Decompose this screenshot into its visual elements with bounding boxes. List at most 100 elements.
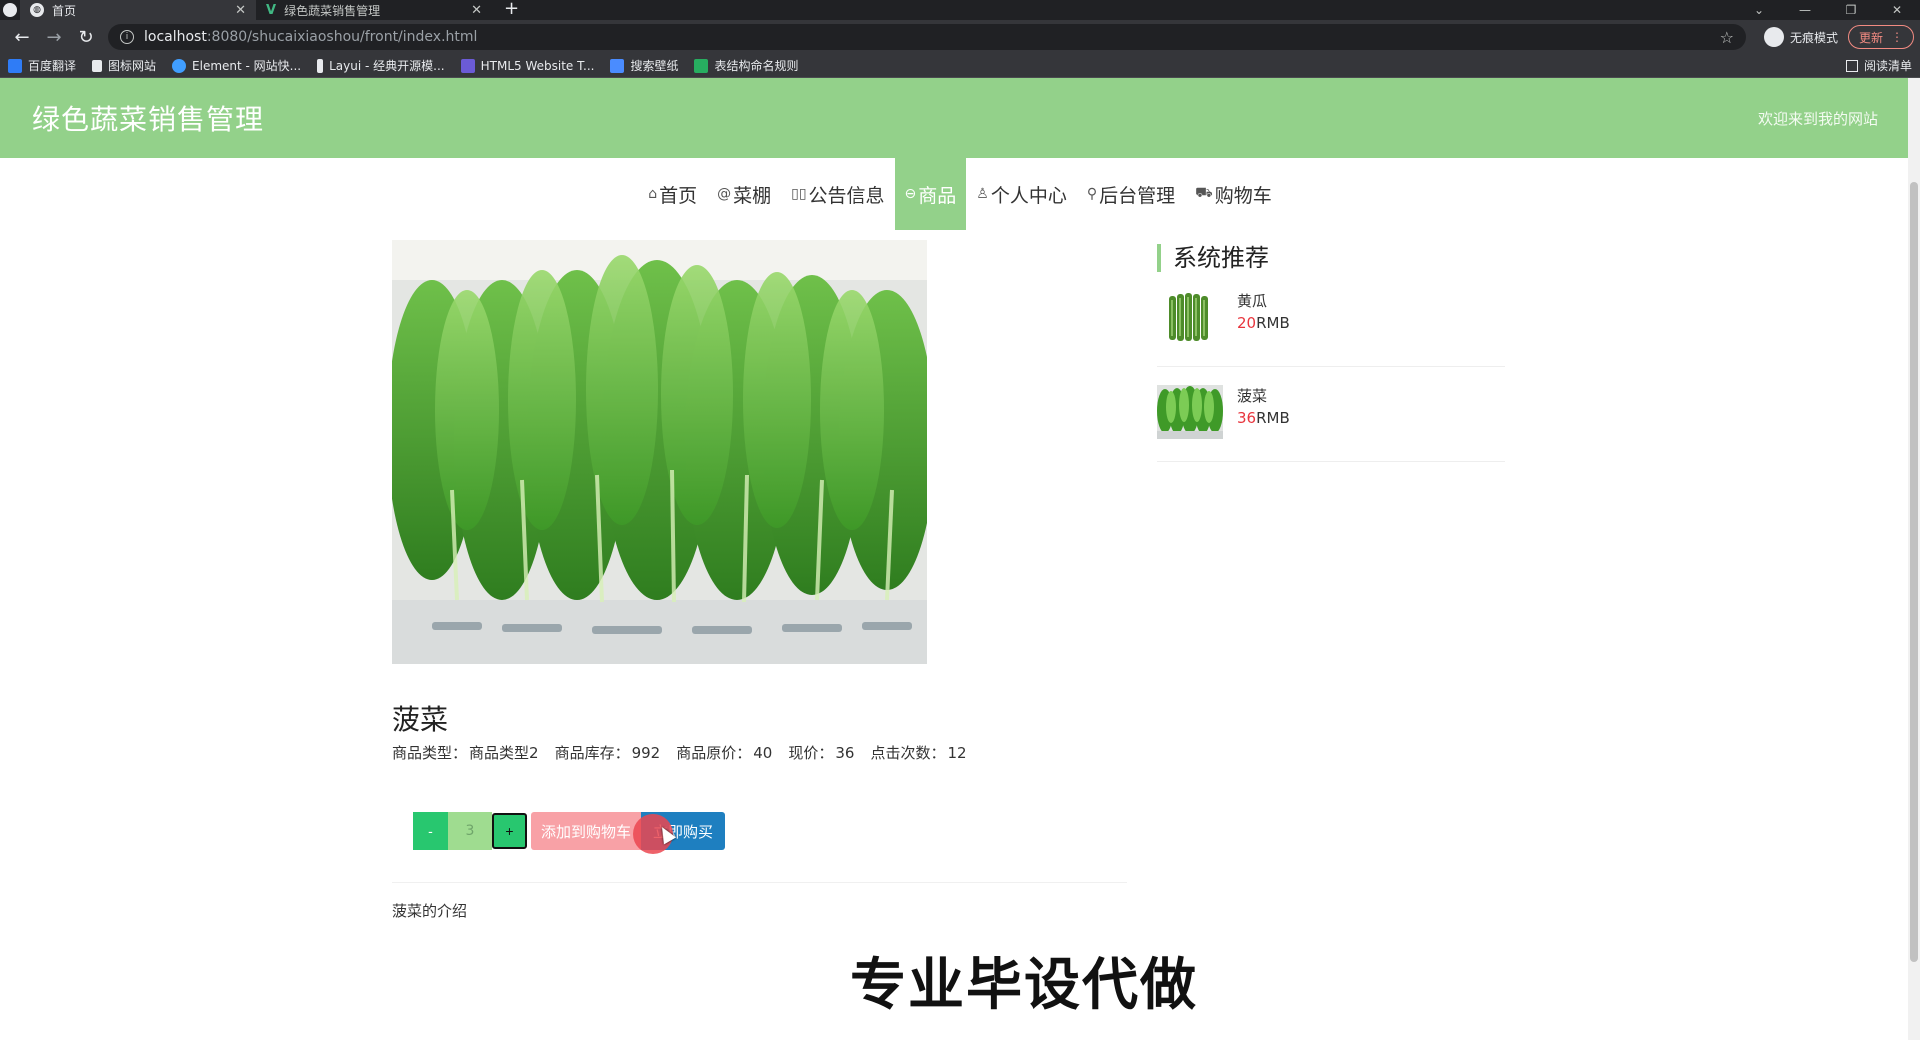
cucumber-image: [1157, 290, 1223, 344]
element-icon: [172, 58, 187, 73]
tab-admin[interactable]: V 绿色蔬菜销售管理 ✕: [256, 0, 492, 20]
product-detail: 菠菜 商品类型： 商品类型2 商品库存： 992 商品原价： 40 现价： 36 点击次…: [0, 230, 1920, 1040]
window-controls: ⌄ — ❐ ✕: [1736, 0, 1920, 20]
recommend-item[interactable]: 黄瓜 20RMB: [1157, 272, 1505, 367]
reading-list-icon: [1845, 59, 1858, 72]
incognito-icon: [1763, 27, 1784, 47]
tab-title: 绿色蔬菜销售管理: [284, 3, 381, 18]
translate-icon: [8, 58, 22, 73]
watermark-text: 专业毕设代做: [849, 952, 1198, 1019]
recommend-thumbnail: [1157, 385, 1223, 439]
recommend-thumbnail: [1157, 290, 1223, 344]
add-to-cart-button[interactable]: 添加到购物车: [531, 812, 642, 850]
update-button[interactable]: 更新 ⋮: [1847, 25, 1914, 49]
goods-icon: ⊖: [904, 186, 917, 202]
recommend-item[interactable]: 菠菜 36RMB: [1157, 367, 1505, 462]
meta-type: 商品类型： 商品类型2: [392, 744, 539, 762]
url-host: localhost: [144, 29, 207, 45]
purchase-controls: - 3 + 添加到购物车 立即购买: [413, 812, 726, 850]
address-bar: ← → ↻ i localhost:8080/shucaixiaoshou/fr…: [0, 20, 1920, 54]
back-icon[interactable]: ←: [6, 27, 38, 48]
incognito-label: 无痕模式: [1789, 30, 1838, 45]
kebab-menu-icon: ⋮: [1891, 30, 1903, 44]
bookmark-item[interactable]: 百度翻译: [8, 57, 76, 74]
quantity-input[interactable]: 3: [448, 812, 492, 850]
product-image: [392, 240, 927, 664]
layui-icon: [317, 58, 324, 73]
product-meta: 商品类型： 商品类型2 商品库存： 992 商品原价： 40 现价： 36 点击次数： 1…: [392, 742, 967, 763]
new-tab-button[interactable]: +: [492, 0, 531, 20]
vue-icon: V: [266, 2, 277, 18]
url-input[interactable]: i localhost:8080/shucaixiaoshou/front/in…: [108, 24, 1746, 50]
flag-icon: [92, 59, 103, 72]
nav-item-admin[interactable]: ⚲ 后台管理: [1077, 158, 1185, 230]
link-icon: ⚲: [1086, 186, 1098, 202]
update-label: 更新: [1858, 30, 1883, 45]
tab-search-icon[interactable]: ⌄: [1736, 0, 1782, 20]
bookmarks-bar: 百度翻译 图标网站 Element - 网站快... Layui - 经典开源模…: [0, 54, 1920, 78]
nav-item-profile[interactable]: ♙ 个人中心: [966, 158, 1077, 230]
bookmark-item[interactable]: Element - 网站快...: [172, 57, 301, 74]
bookmark-item[interactable]: HTML5 Website T...: [460, 58, 594, 73]
nav-item-goods[interactable]: ⊖ 商品: [894, 158, 967, 230]
close-icon[interactable]: ✕: [471, 3, 482, 18]
spinach-thumb-image: [1157, 385, 1223, 439]
reload-icon[interactable]: ↻: [70, 27, 102, 48]
bookmark-star-icon[interactable]: ☆: [1720, 28, 1734, 47]
bookmark-item[interactable]: Layui - 经典开源模...: [317, 57, 445, 74]
tab-title: 首页: [52, 3, 77, 18]
meta-stock: 商品库存： 992: [554, 744, 661, 762]
page-viewport: 绿色蔬菜销售管理 欢迎来到我的网站 ⌂ 首页 @ 菜棚 ▯▯ 公告信息 ⊖ 商品 ♙ 个人…: [0, 78, 1920, 1040]
nav-item-notice[interactable]: ▯▯ 公告信息: [781, 158, 894, 230]
incognito-indicator[interactable]: 无痕模式: [1763, 27, 1838, 47]
divider: [392, 882, 1127, 883]
quantity-decrement-button[interactable]: -: [413, 812, 448, 850]
home-icon: ⌂: [648, 186, 658, 202]
notice-icon: ▯▯: [791, 186, 807, 202]
recommend-price: 36RMB: [1237, 409, 1290, 427]
recommend-title: 系统推荐: [1157, 244, 1505, 272]
nav-item-home[interactable]: ⌂ 首页: [638, 158, 707, 230]
globe-icon: ◍: [30, 3, 44, 17]
meta-current-price: 现价： 36: [788, 744, 855, 762]
url-path: :8080/shucaixiaoshou/front/index.html: [206, 29, 478, 45]
close-window-icon[interactable]: ✕: [1874, 0, 1920, 20]
recommend-info: 菠菜 36RMB: [1237, 385, 1290, 429]
browser-tab-bar: ◍ 首页 ✕ V 绿色蔬菜销售管理 ✕ + ⌄ — ❐ ✕: [0, 0, 1920, 20]
cart-icon: ⛟: [1195, 185, 1213, 201]
recommend-price: 20RMB: [1237, 314, 1290, 332]
recommend-name: 黄瓜: [1237, 292, 1268, 310]
user-icon: ♙: [976, 186, 989, 202]
wallpaper-icon: [610, 58, 625, 73]
info-icon[interactable]: i: [120, 30, 134, 44]
site-header: 绿色蔬菜销售管理 欢迎来到我的网站: [0, 78, 1920, 158]
recommend-name: 菠菜: [1237, 387, 1268, 405]
product-name: 菠菜: [392, 703, 449, 736]
at-icon: @: [717, 186, 732, 202]
tab-home[interactable]: ◍ 首页 ✕: [20, 0, 256, 20]
quantity-increment-button[interactable]: +: [492, 813, 527, 849]
welcome-text: 欢迎来到我的网站: [1757, 109, 1878, 128]
bookmark-item[interactable]: 图标网站: [92, 57, 156, 74]
html5-icon: [460, 58, 475, 73]
bookmark-item[interactable]: 搜索壁纸: [610, 57, 678, 74]
page-scrollbar[interactable]: [1908, 78, 1920, 1040]
meta-click-count: 点击次数： 12: [870, 744, 967, 762]
restore-icon[interactable]: ❐: [1828, 0, 1874, 20]
close-icon[interactable]: ✕: [235, 3, 246, 18]
scrollbar-thumb[interactable]: [1910, 182, 1918, 962]
table-icon: [694, 58, 709, 73]
recommend-info: 黄瓜 20RMB: [1237, 290, 1290, 334]
meta-original-price: 商品原价： 40: [676, 744, 773, 762]
reading-list-button[interactable]: 阅读清单: [1845, 57, 1912, 74]
bookmark-item[interactable]: 表结构命名规则: [694, 57, 798, 74]
site-title: 绿色蔬菜销售管理: [32, 103, 265, 136]
minimize-icon[interactable]: —: [1782, 0, 1828, 20]
forward-icon[interactable]: →: [38, 27, 70, 48]
recommend-sidebar: 系统推荐 黄瓜 20RMB 菠菜 36RMB: [1157, 240, 1505, 462]
spinach-image: [392, 240, 927, 664]
nav-item-greenhouse[interactable]: @ 菜棚: [707, 158, 781, 230]
nav-item-cart[interactable]: ⛟ 购物车: [1185, 158, 1282, 230]
product-description: 菠菜的介绍: [392, 902, 468, 920]
chrome-menu-icon[interactable]: [0, 0, 20, 20]
